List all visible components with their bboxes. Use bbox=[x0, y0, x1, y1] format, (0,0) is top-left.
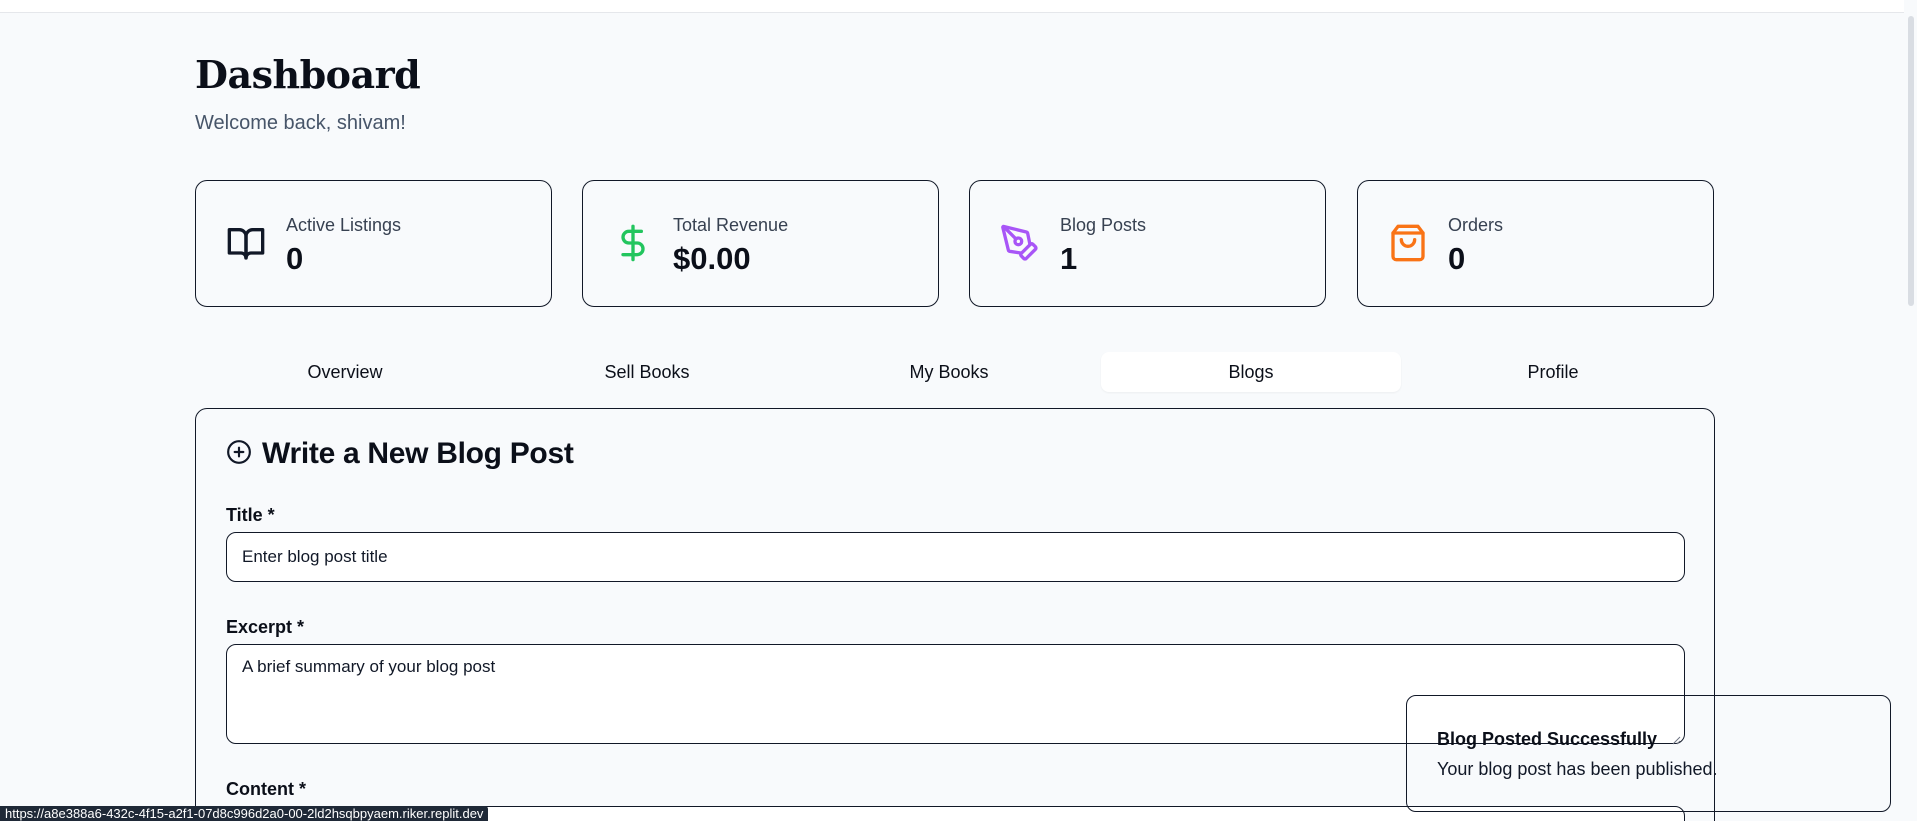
welcome-message: Welcome back, shivam! bbox=[195, 112, 406, 134]
toast-notification: Blog Posted Successfully Your blog post … bbox=[1406, 695, 1891, 812]
tab-overview[interactable]: Overview bbox=[195, 352, 495, 392]
plus-circle-icon bbox=[226, 439, 252, 470]
stat-label: Blog Posts bbox=[1060, 215, 1147, 235]
page-title: Dashboard bbox=[195, 52, 421, 97]
status-bar-url: https://a8e388a6-432c-4f15-a2f1-07d8c996… bbox=[0, 806, 489, 821]
excerpt-placeholder: A brief summary of your blog post bbox=[242, 657, 496, 676]
dollar-icon bbox=[613, 223, 653, 263]
stat-card-orders: Orders 0 bbox=[1357, 180, 1714, 307]
scrollbar-thumb[interactable] bbox=[1908, 16, 1914, 306]
toast-message: Your blog post has been published. bbox=[1437, 759, 1718, 779]
toast-title: Blog Posted Successfully bbox=[1437, 729, 1658, 749]
form-heading: Write a New Blog Post bbox=[226, 437, 574, 471]
title-label: Title * bbox=[226, 505, 275, 525]
excerpt-label: Excerpt * bbox=[226, 617, 305, 637]
tab-my-books[interactable]: My Books bbox=[799, 352, 1099, 392]
stat-card-total-revenue: Total Revenue $0.00 bbox=[582, 180, 939, 307]
pen-tool-icon bbox=[1000, 223, 1040, 263]
tab-blogs[interactable]: Blogs bbox=[1101, 352, 1401, 392]
tab-sell-books[interactable]: Sell Books bbox=[497, 352, 797, 392]
page-scrollbar[interactable] bbox=[1904, 0, 1917, 821]
stat-value: $0.00 bbox=[673, 241, 751, 276]
tab-profile[interactable]: Profile bbox=[1403, 352, 1703, 392]
stat-value: 1 bbox=[1060, 241, 1078, 276]
stat-card-active-listings: Active Listings 0 bbox=[195, 180, 552, 307]
stat-label: Total Revenue bbox=[673, 215, 789, 235]
stat-value: 0 bbox=[286, 241, 304, 276]
shopping-bag-icon bbox=[1388, 223, 1428, 263]
dashboard-tabs: Overview Sell Books My Books Blogs Profi… bbox=[195, 352, 1715, 392]
browser-top-bar bbox=[0, 0, 1917, 13]
content-label: Content * bbox=[226, 779, 306, 799]
open-book-icon bbox=[226, 223, 266, 263]
stat-label: Active Listings bbox=[286, 215, 402, 235]
stat-label: Orders bbox=[1448, 215, 1504, 235]
stat-value: 0 bbox=[1448, 241, 1466, 276]
title-input-placeholder: Enter blog post title bbox=[242, 547, 388, 566]
title-input[interactable]: Enter blog post title bbox=[226, 532, 1685, 582]
stat-card-blog-posts: Blog Posts 1 bbox=[969, 180, 1326, 307]
form-heading-text: Write a New Blog Post bbox=[262, 437, 574, 470]
